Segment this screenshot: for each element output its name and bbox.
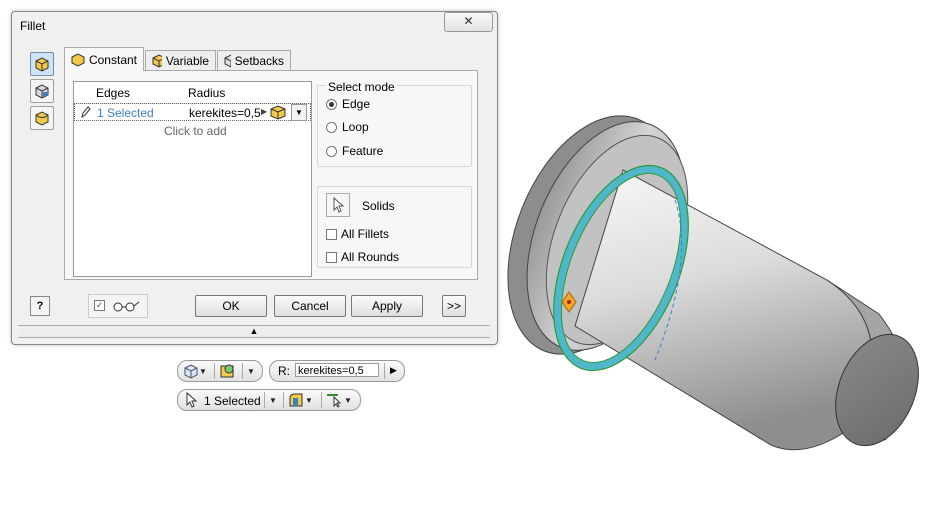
radius-arrow-icon[interactable]: ▶: [390, 365, 397, 376]
column-edges: Edges: [96, 86, 131, 100]
radio-loop-label: Loop: [342, 120, 369, 134]
tab-constant-label: Constant: [88, 52, 137, 67]
fillet-type-mini-button[interactable]: [219, 361, 237, 381]
tab-variable-label: Variable: [165, 53, 209, 68]
face-fillet-icon: [35, 84, 49, 99]
separator: [283, 392, 284, 408]
radio-edge-label: Edge: [342, 97, 371, 111]
more-button[interactable]: >>: [442, 295, 466, 317]
edges-radius-table: Edges Radius 1 Selected kerekites=0,5 ▶ …: [73, 81, 312, 277]
edge-fillet-tool[interactable]: [30, 52, 54, 76]
all-rounds-box[interactable]: [326, 251, 337, 263]
column-radius: Radius: [188, 86, 226, 100]
edges-selection-cell[interactable]: 1 Selected: [97, 106, 154, 120]
tab-setbacks-label: Setbacks: [234, 53, 284, 68]
full-round-fillet-icon: [35, 111, 49, 126]
cursor-select-button[interactable]: [184, 390, 198, 410]
chevron-down-icon[interactable]: ▼: [199, 367, 207, 376]
separator: [321, 392, 322, 408]
glasses-icon: [113, 301, 140, 312]
radio-loop-button[interactable]: [326, 121, 337, 133]
fillet-shape-icon: [289, 393, 303, 407]
preview-checkbox[interactable]: ✓: [94, 300, 105, 311]
select-mode-title: Select mode: [326, 80, 397, 94]
table-header: Edges Radius: [74, 82, 311, 104]
edge-select-mode-button[interactable]: ▼: [326, 390, 352, 410]
cube-icon: [71, 52, 85, 67]
solid-body-icon: [184, 364, 198, 379]
close-button[interactable]: ✕: [444, 12, 493, 32]
radius-value-cell[interactable]: kerekites=0,5: [189, 106, 261, 120]
face-fillet-tool[interactable]: [30, 79, 54, 103]
all-fillets-checkbox[interactable]: All Fillets: [326, 227, 389, 241]
radius-arrow-icon[interactable]: ▶: [261, 107, 267, 116]
radio-loop[interactable]: Loop: [326, 120, 369, 134]
radio-feature[interactable]: Feature: [326, 144, 383, 158]
mini-toolbar-selection: 1 Selected ▼ ▼ ▼: [177, 389, 361, 411]
mini-toolbar-left: ▼ ▼: [177, 360, 263, 382]
fillet-plus-icon: [220, 364, 234, 378]
cursor-icon: [186, 392, 198, 408]
solids-group: Solids All Fillets All Rounds: [317, 186, 472, 268]
tab-variable[interactable]: Variable: [145, 50, 216, 70]
mini-more-dropdown[interactable]: ▼: [247, 361, 255, 381]
preview-toggle[interactable]: ✓: [88, 294, 148, 318]
collapse-bar[interactable]: ▲: [18, 325, 490, 338]
chevron-down-icon[interactable]: ▼: [291, 104, 307, 121]
chevron-down-icon[interactable]: ▼: [344, 396, 352, 405]
ok-button[interactable]: OK: [195, 295, 267, 317]
selection-dropdown[interactable]: ▼: [269, 390, 277, 410]
edge-cursor-icon: [327, 394, 342, 408]
help-button[interactable]: ?: [30, 296, 50, 316]
radius-label: R:: [278, 364, 290, 378]
click-to-add[interactable]: Click to add: [164, 124, 227, 138]
table-row[interactable]: 1 Selected kerekites=0,5 ▶ ▼: [74, 103, 311, 121]
radio-edge-button[interactable]: [326, 98, 337, 110]
3d-part-viewport[interactable]: [505, 110, 925, 470]
all-fillets-box[interactable]: [326, 228, 337, 240]
solids-select-button[interactable]: [326, 193, 350, 217]
tab-constant[interactable]: Constant: [64, 47, 144, 71]
fillet-mode-button[interactable]: ▼: [287, 390, 313, 410]
radius-mini-toolbar: R: kerekites=0,5 ▶: [269, 360, 405, 382]
selected-count: 1 Selected: [204, 394, 261, 408]
chevron-down-icon[interactable]: ▼: [247, 367, 255, 376]
tab-setbacks[interactable]: Setbacks: [217, 50, 291, 70]
pencil-icon: [79, 105, 91, 122]
cylinder-body: [574, 169, 873, 451]
cursor-icon: [333, 197, 345, 213]
radio-feature-button[interactable]: [326, 145, 337, 157]
full-round-fillet-tool[interactable]: [30, 106, 54, 130]
dialog-title: Fillet: [20, 19, 46, 33]
cube-variable-icon: [152, 53, 162, 68]
apply-button[interactable]: Apply: [351, 295, 423, 317]
separator: [214, 363, 215, 379]
body-select-button[interactable]: ▼: [183, 361, 207, 381]
edge-fillet-icon: [35, 57, 49, 72]
fillet-shape-icon[interactable]: [269, 104, 287, 123]
fillet-type-toolbar: [30, 52, 54, 133]
all-rounds-checkbox[interactable]: All Rounds: [326, 250, 399, 264]
chevron-down-icon[interactable]: ▼: [305, 396, 313, 405]
select-mode-group: Select mode Edge Loop Feature: [317, 80, 472, 167]
cancel-button[interactable]: Cancel: [274, 295, 346, 317]
radius-input[interactable]: kerekites=0,5: [295, 363, 379, 377]
cube-setbacks-icon: [224, 54, 231, 67]
separator: [384, 363, 385, 379]
all-fillets-label: All Fillets: [341, 227, 390, 241]
radio-edge[interactable]: Edge: [326, 97, 370, 111]
constant-panel: Edges Radius 1 Selected kerekites=0,5 ▶ …: [64, 70, 478, 280]
fillet-dialog: Fillet ✕ Constant Variable Setbacks Edge…: [11, 11, 498, 345]
solids-label: Solids: [362, 199, 395, 213]
radio-feature-label: Feature: [342, 144, 384, 158]
all-rounds-label: All Rounds: [341, 250, 400, 264]
separator: [242, 363, 243, 379]
chevron-down-icon[interactable]: ▼: [269, 396, 277, 405]
separator: [264, 392, 265, 408]
